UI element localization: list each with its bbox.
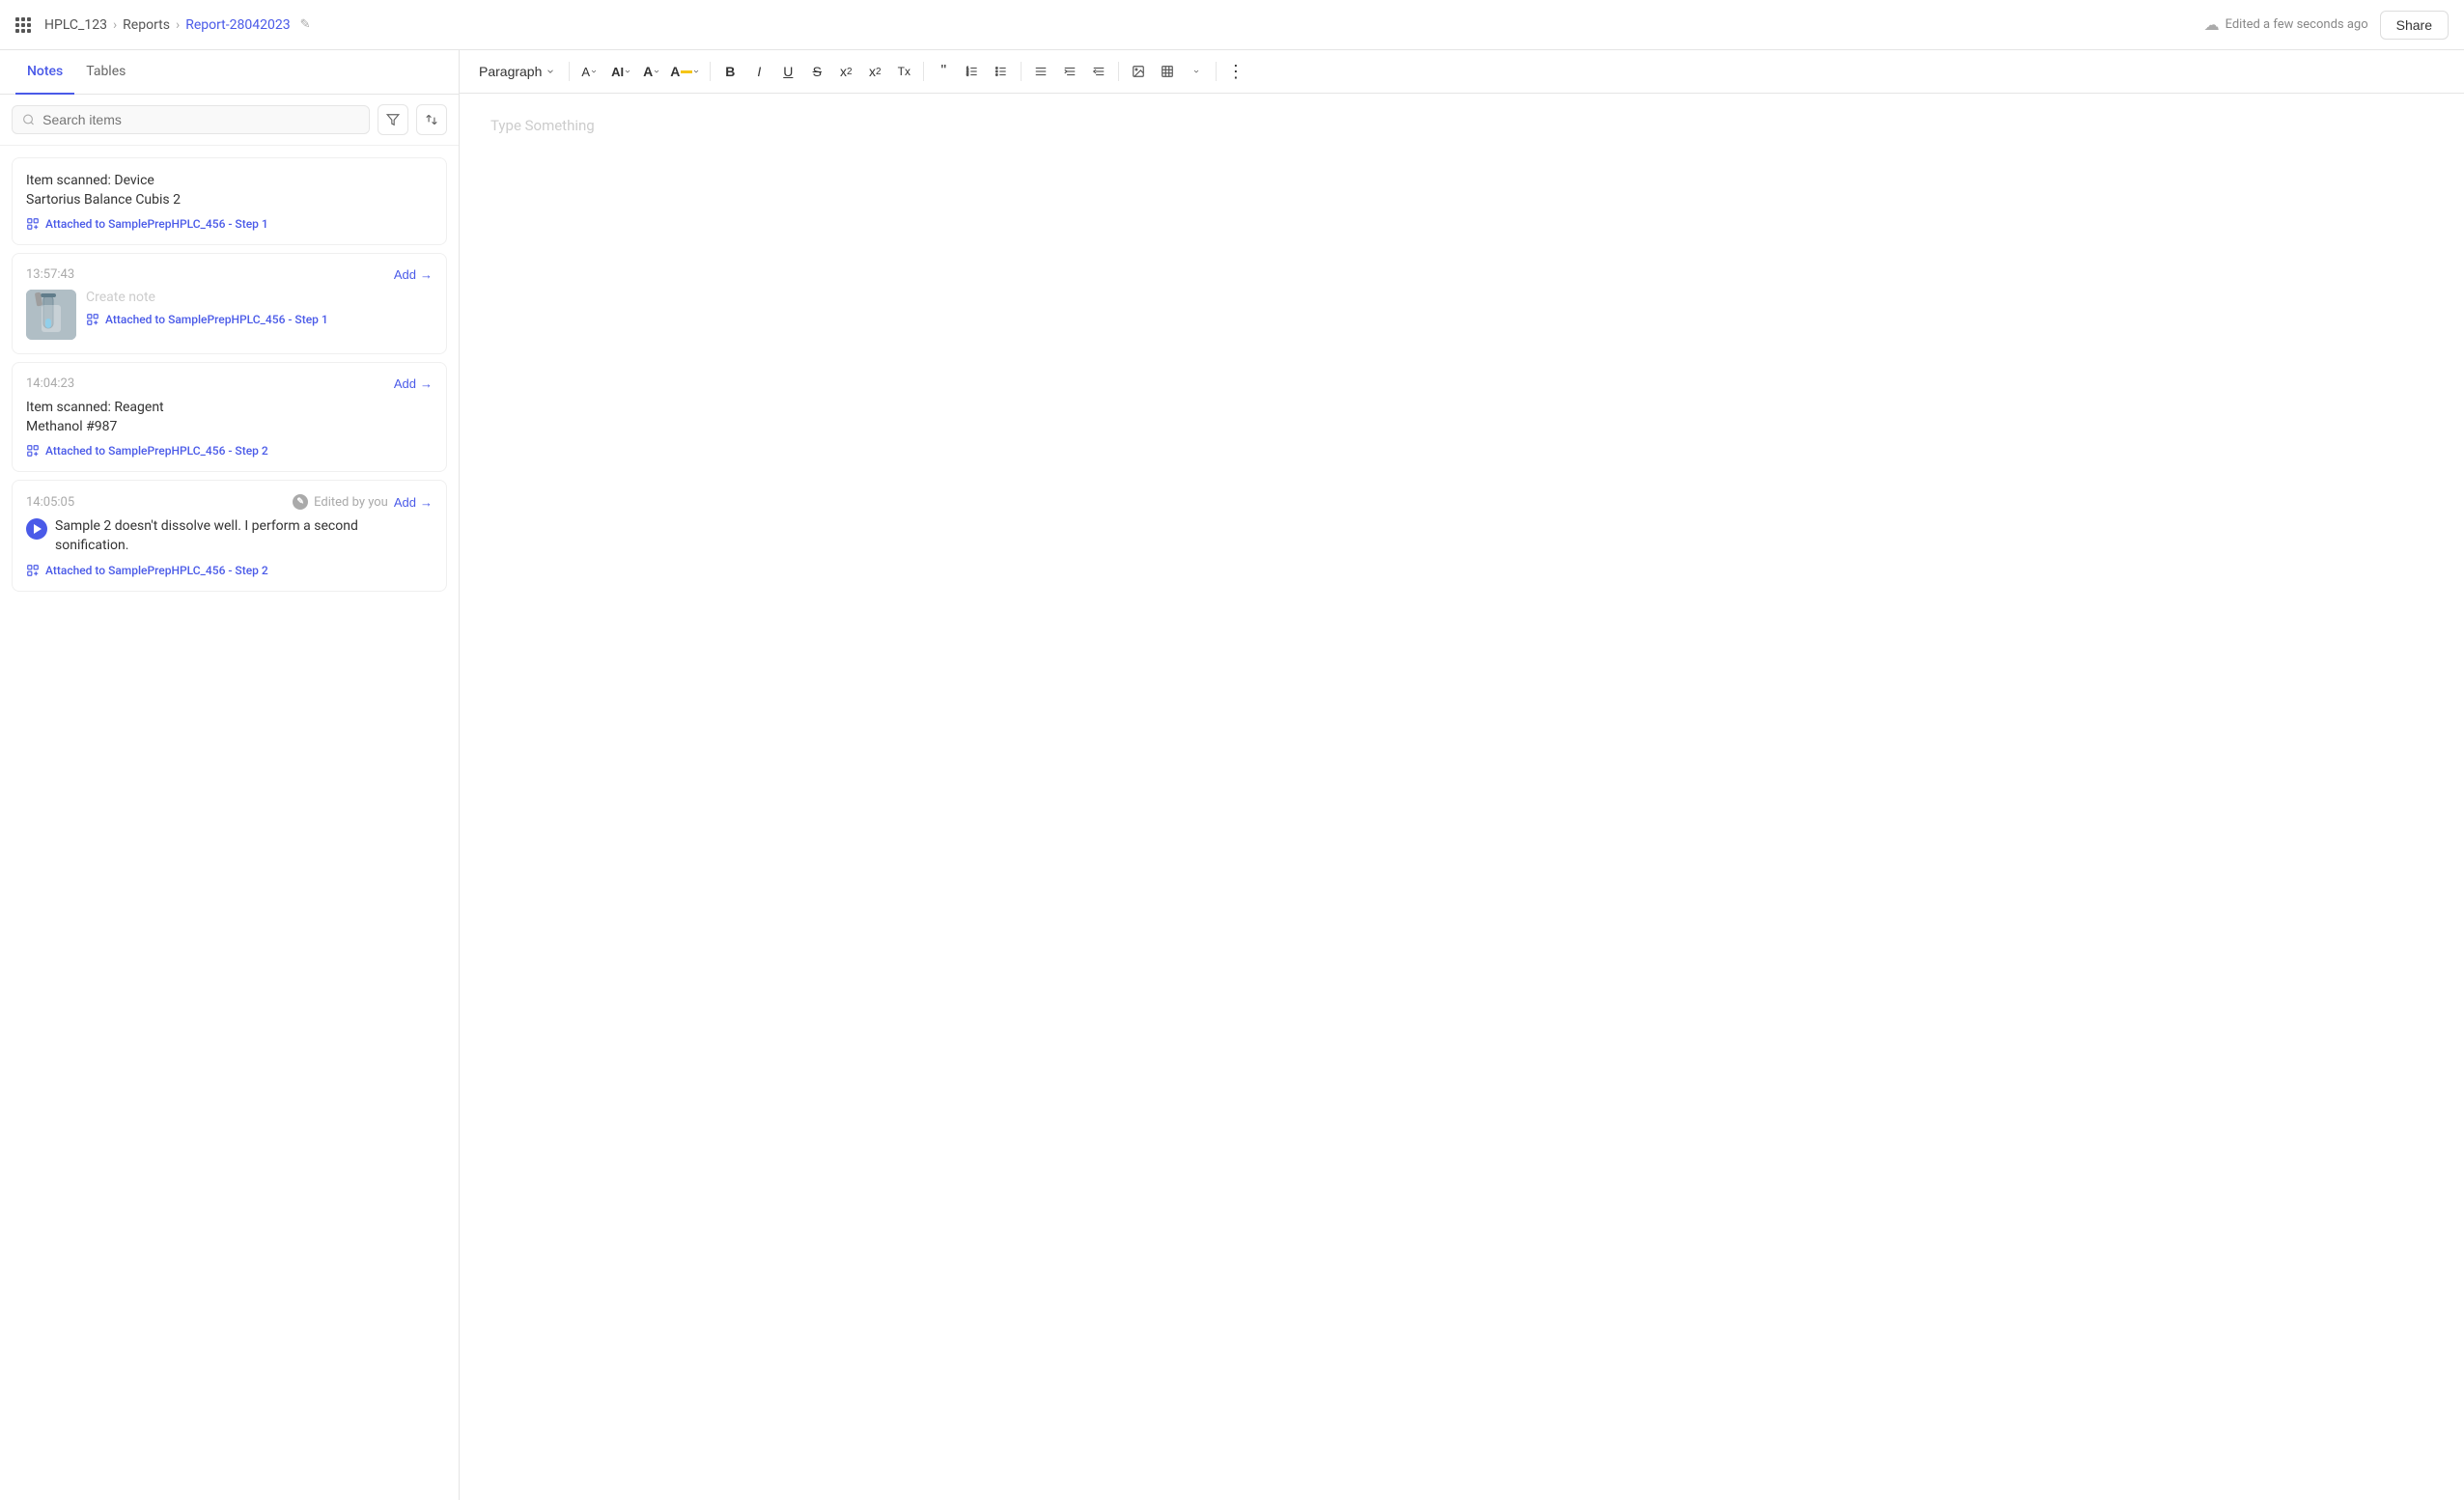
strikethrough-button[interactable]: S	[803, 58, 830, 85]
toolbar-divider-2	[710, 62, 711, 81]
edited-by-label: Edited by you	[314, 495, 388, 510]
attachment-icon	[26, 444, 40, 458]
ai-button[interactable]: AI	[605, 58, 637, 85]
font-color-button[interactable]: A	[639, 58, 664, 85]
toolbar-divider-6	[1216, 62, 1217, 81]
breadcrumb-sep-1: ›	[113, 17, 117, 33]
breadcrumb-report[interactable]: Report-28042023	[185, 17, 290, 33]
item-timestamp-row-2: 13:57:43 Add →	[26, 267, 433, 282]
arrow-icon: →	[420, 376, 433, 391]
search-bar	[0, 95, 459, 146]
clear-format-button[interactable]: Tx	[890, 58, 917, 85]
item-edited-4: ✎ Edited by you Add →	[293, 494, 433, 510]
search-icon	[22, 113, 35, 126]
play-icon[interactable]	[26, 518, 47, 540]
more-options-button[interactable]: ⋮	[1222, 58, 1249, 85]
tab-tables[interactable]: Tables	[74, 50, 137, 95]
list-item: 14:05:05 ✎ Edited by you Add → Sample 2 …	[12, 480, 447, 591]
list-item: 14:04:23 Add → Item scanned: ReagentMeth…	[12, 362, 447, 472]
attachment-icon	[86, 313, 99, 326]
item-add-button-4[interactable]: Add →	[394, 495, 433, 510]
header: HPLC_123 › Reports › Report-28042023 ✎ ☁…	[0, 0, 2464, 50]
arrow-icon: →	[420, 495, 433, 510]
highlight-button[interactable]: A	[666, 58, 704, 85]
underline-button[interactable]: U	[774, 58, 801, 85]
edit-status: ☁ Edited a few seconds ago	[2204, 15, 2368, 34]
item-timestamp-row-4: 14:05:05 ✎ Edited by you Add →	[26, 494, 433, 510]
attachment-icon	[26, 564, 40, 577]
item-attachment-2[interactable]: Attached to SamplePrepHPLC_456 - Step 1	[86, 313, 433, 326]
svg-text:3: 3	[966, 73, 968, 77]
item-title-4: Sample 2 doesn't dissolve well. I perfor…	[55, 517, 433, 555]
share-button[interactable]: Share	[2380, 11, 2449, 40]
editor-area[interactable]: Type Something	[460, 94, 2464, 1500]
breadcrumb: HPLC_123 › Reports › Report-28042023 ✎	[15, 17, 310, 33]
list-item: 13:57:43 Add →	[12, 253, 447, 354]
item-content-col-2: Create note Attached to SamplePrepHPLC_4…	[86, 290, 433, 326]
subscript-button[interactable]: x2	[861, 58, 888, 85]
insert-table-button[interactable]	[1154, 58, 1181, 85]
edited-dot-icon: ✎	[293, 494, 308, 510]
item-add-button-2[interactable]: Add →	[394, 267, 433, 282]
tab-notes[interactable]: Notes	[15, 50, 74, 95]
item-title-1: Item scanned: DeviceSartorius Balance Cu…	[26, 172, 433, 209]
app-grid-icon[interactable]	[15, 17, 31, 33]
bold-button[interactable]: B	[716, 58, 743, 85]
item-title-3: Item scanned: ReagentMethanol #987	[26, 399, 433, 436]
search-input-wrapper	[12, 105, 370, 134]
left-panel: Notes Tables	[0, 50, 460, 1500]
edit-pencil-icon[interactable]: ✎	[300, 17, 311, 32]
items-list: Item scanned: DeviceSartorius Balance Cu…	[0, 146, 459, 1500]
cloud-icon: ☁	[2204, 15, 2220, 34]
italic-button[interactable]: I	[745, 58, 772, 85]
item-timestamp-2: 13:57:43	[26, 267, 74, 282]
edit-status-label: Edited a few seconds ago	[2226, 17, 2368, 32]
item-with-image-2: Create note Attached to SamplePrepHPLC_4…	[26, 290, 433, 340]
blockquote-button[interactable]: "	[930, 58, 957, 85]
item-add-button-3[interactable]: Add →	[394, 376, 433, 391]
breadcrumb-hplc[interactable]: HPLC_123	[44, 17, 107, 33]
header-right: ☁ Edited a few seconds ago Share	[2204, 11, 2449, 40]
table-options-button[interactable]	[1183, 58, 1210, 85]
font-size-button[interactable]: A	[575, 58, 603, 85]
paragraph-selector[interactable]: Paragraph	[471, 60, 563, 83]
item-attachment-3[interactable]: Attached to SamplePrepHPLC_456 - Step 2	[26, 444, 433, 458]
note-with-play-4: Sample 2 doesn't dissolve well. I perfor…	[26, 517, 433, 563]
breadcrumb-sep-2: ›	[176, 17, 180, 33]
tabs: Notes Tables	[0, 50, 459, 95]
paragraph-label: Paragraph	[479, 64, 542, 79]
main-layout: Notes Tables	[0, 50, 2464, 1500]
item-timestamp-row-3: 14:04:23 Add →	[26, 376, 433, 391]
insert-image-button[interactable]	[1125, 58, 1152, 85]
list-item: Item scanned: DeviceSartorius Balance Cu…	[12, 157, 447, 245]
toolbar-divider-4	[1021, 62, 1022, 81]
item-timestamp-4: 14:05:05	[26, 495, 74, 510]
arrow-icon: →	[420, 267, 433, 282]
toolbar-divider-1	[569, 62, 570, 81]
item-create-note-2[interactable]: Create note	[86, 290, 433, 305]
item-timestamp-3: 14:04:23	[26, 376, 74, 391]
ordered-list-button[interactable]: 123	[959, 58, 986, 85]
search-input[interactable]	[42, 112, 359, 127]
toolbar-divider-3	[923, 62, 924, 81]
indent-increase-button[interactable]	[1085, 58, 1112, 85]
editor-toolbar: Paragraph A AI A A B I U	[460, 50, 2464, 94]
superscript-button[interactable]: x2	[832, 58, 859, 85]
toolbar-divider-5	[1118, 62, 1119, 81]
editor-placeholder: Type Something	[490, 117, 595, 134]
item-thumbnail-2	[26, 290, 76, 340]
unordered-list-button[interactable]	[988, 58, 1015, 85]
attachment-icon	[26, 217, 40, 231]
indent-decrease-button[interactable]	[1056, 58, 1083, 85]
item-attachment-1[interactable]: Attached to SamplePrepHPLC_456 - Step 1	[26, 217, 433, 231]
sort-button[interactable]	[416, 104, 447, 135]
align-button[interactable]	[1027, 58, 1054, 85]
filter-button[interactable]	[378, 104, 408, 135]
right-panel: Paragraph A AI A A B I U	[460, 50, 2464, 1500]
breadcrumb-reports[interactable]: Reports	[123, 17, 170, 33]
item-attachment-4[interactable]: Attached to SamplePrepHPLC_456 - Step 2	[26, 564, 433, 577]
